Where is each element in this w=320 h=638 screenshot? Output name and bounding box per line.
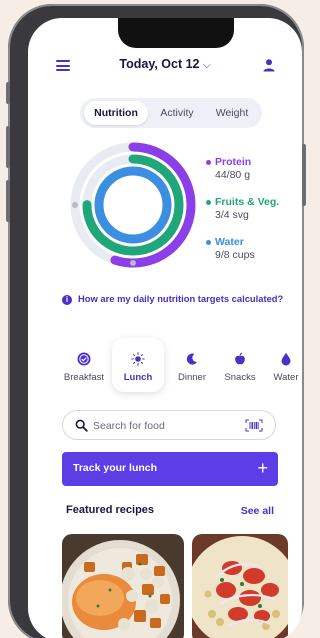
phone-frame: Today, Oct 12 ⌵ Nutrition Activity Weigh… (6, 4, 306, 638)
protein-value: 44/80 g (215, 169, 251, 181)
protein-dot-icon (206, 159, 211, 165)
search-icon (75, 419, 88, 432)
recipe-card-tomato-salad[interactable] (192, 534, 288, 638)
meal-label: Lunch (123, 372, 153, 383)
track-lunch-button[interactable]: Track your lunch + (62, 452, 278, 486)
meal-snacks[interactable]: Snacks (214, 338, 266, 392)
meal-water[interactable]: Water (260, 338, 302, 392)
targets-info-text: How are my daily nutrition targets calcu… (78, 293, 284, 304)
top-bar: Today, Oct 12 ⌵ (28, 54, 302, 78)
water-label: Water (215, 236, 244, 248)
notch (118, 18, 234, 48)
mute-switch (6, 82, 10, 104)
page-title: Today, Oct 12 (119, 57, 200, 71)
apple-icon (235, 352, 245, 365)
info-icon: i (62, 295, 72, 305)
meal-label: Dinner (178, 372, 206, 383)
fruits-value: 3/4 svg (215, 209, 249, 221)
ring-marker-dot (72, 202, 78, 208)
tab-weight[interactable]: Weight (206, 101, 258, 125)
food-search-bar (62, 410, 276, 440)
segmented-tabs: Nutrition Activity Weight (80, 98, 262, 128)
fruits-label: Fruits & Veg. (215, 196, 280, 208)
nutrition-rings-chart (70, 142, 196, 268)
tomato-onion-salad-image (192, 534, 288, 638)
protein-label: Protein (215, 156, 252, 168)
water-drop-icon (281, 353, 291, 366)
meal-breakfast[interactable]: Breakfast (58, 338, 110, 392)
search-input[interactable] (93, 417, 233, 435)
volume-down-button (6, 180, 10, 222)
see-all-link[interactable]: See all (241, 505, 274, 517)
date-selector[interactable]: Today, Oct 12 ⌵ (28, 57, 302, 71)
legend-fruits: Fruits & Veg. 3/4 svg (206, 196, 279, 221)
meal-lunch[interactable]: Lunch (112, 338, 164, 392)
water-ring-progress (94, 166, 172, 244)
ring-marker-dot (130, 260, 136, 266)
water-dot-icon (206, 239, 211, 245)
track-lunch-label: Track your lunch (73, 462, 158, 474)
meal-selector: Breakfast Lunch Dinner Snacks Water (28, 338, 302, 392)
fruits-dot-icon (206, 199, 211, 205)
meal-label: Breakfast (63, 372, 105, 383)
legend-protein: Protein 44/80 g (206, 156, 251, 181)
targets-info-link[interactable]: i How are my daily nutrition targets calc… (62, 293, 294, 305)
chicken-sweet-potato-image (62, 534, 184, 638)
sun-icon (131, 352, 145, 366)
plus-icon: + (257, 458, 268, 478)
volume-up-button (6, 126, 10, 168)
featured-recipes-heading: Featured recipes (66, 504, 155, 516)
moon-icon (186, 353, 197, 365)
tab-nutrition[interactable]: Nutrition (84, 101, 148, 125)
legend-water: Water 9/8 cups (206, 236, 255, 261)
profile-icon[interactable] (262, 58, 276, 72)
meal-label: Snacks (224, 372, 256, 383)
water-value: 9/8 cups (215, 249, 255, 261)
barcode-scan-icon[interactable] (245, 419, 263, 432)
power-button (302, 144, 306, 206)
app-screen: Today, Oct 12 ⌵ Nutrition Activity Weigh… (28, 18, 302, 638)
meal-dinner[interactable]: Dinner (166, 338, 218, 392)
recipe-card-chicken[interactable] (62, 534, 184, 638)
chevron-down-icon: ⌵ (203, 60, 211, 71)
check-circle-icon (77, 352, 91, 366)
tab-activity[interactable]: Activity (150, 101, 204, 125)
meal-label: Water (273, 372, 299, 383)
